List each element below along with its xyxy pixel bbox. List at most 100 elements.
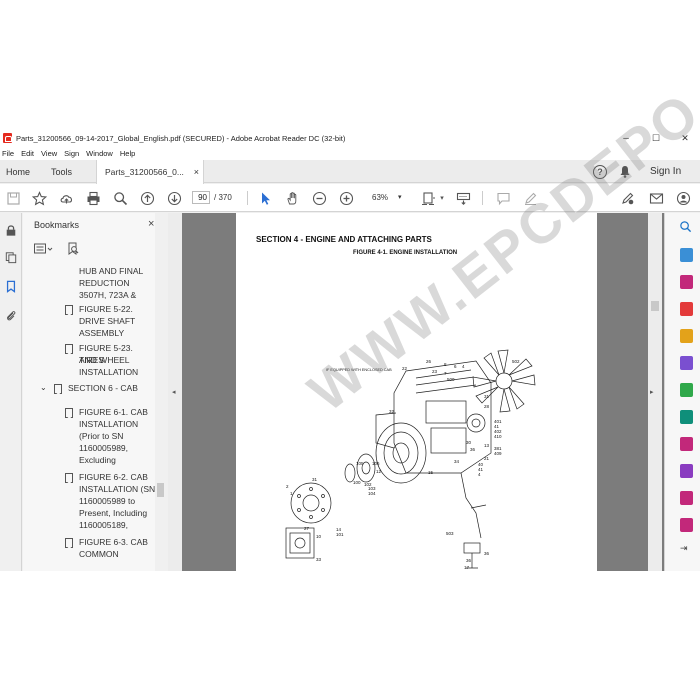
save-icon[interactable] <box>5 190 21 206</box>
menu-sign[interactable]: Sign <box>64 149 79 158</box>
menu-file[interactable]: File <box>2 149 14 158</box>
cloud-upload-icon[interactable] <box>58 190 74 206</box>
bookmarks-panel-icon[interactable] <box>4 279 18 293</box>
bookmark-label-line: DRIVE SHAFT <box>79 316 136 326</box>
comment-icon[interactable] <box>495 190 511 206</box>
hand-tool-icon[interactable] <box>284 190 300 206</box>
bookmark-flag-icon <box>65 408 73 418</box>
tab-document[interactable]: Parts_31200566_0... × <box>96 160 204 184</box>
callout: 31 <box>312 477 318 482</box>
callout: 36 <box>484 551 490 556</box>
bookmark-label-line: FIGURE 5-22. <box>79 304 133 314</box>
acrobat-window: Parts_31200566_09-14-2017_Global_English… <box>0 0 700 571</box>
page-fit-dropdown-icon[interactable]: ▾ <box>438 190 446 206</box>
collapse-panel-arrow-icon[interactable]: ◂ <box>172 388 176 396</box>
chevron-down-icon[interactable]: ⌄ <box>40 382 47 394</box>
zoom-in-icon[interactable] <box>338 190 354 206</box>
comment-tool-icon[interactable] <box>680 329 693 343</box>
page-number-input[interactable]: 90 <box>192 191 210 204</box>
zoom-out-icon[interactable] <box>311 190 327 206</box>
bookmark-flag-icon <box>65 473 73 483</box>
email-icon[interactable] <box>648 190 664 206</box>
panel-collapse-strip[interactable]: ◂ <box>168 213 182 571</box>
bookmark-label-line: COMMON <box>79 549 119 559</box>
tab-close-icon[interactable]: × <box>194 167 199 177</box>
create-pdf-icon[interactable] <box>680 275 693 289</box>
bookmark-label-line: Excluding <box>79 455 116 465</box>
customize-tools-icon[interactable]: ⇥ <box>680 543 688 554</box>
menu-view[interactable]: View <box>41 149 57 158</box>
bookmark-label-line: HUB AND FINAL <box>79 266 144 276</box>
tab-tools[interactable]: Tools <box>51 160 72 183</box>
bookmarks-scroll-thumb[interactable] <box>157 483 164 497</box>
fill-sign-icon[interactable] <box>680 437 693 451</box>
search-tools-icon[interactable] <box>679 220 692 235</box>
menu-window[interactable]: Window <box>86 149 113 158</box>
callout: 2 <box>286 484 289 489</box>
tab-home[interactable]: Home <box>6 160 30 183</box>
callout: 17 <box>464 565 470 570</box>
lock-icon[interactable] <box>4 223 18 237</box>
callout: 32 <box>389 409 395 414</box>
bookmarks-panel: Bookmarks × AXLE · WHEEL HUB AND FINAL R… <box>23 213 167 571</box>
find-bookmark-icon[interactable] <box>67 242 79 255</box>
bookmarks-scrollbar[interactable] <box>155 213 167 571</box>
callout: 6 <box>454 364 457 369</box>
more-tools-icon[interactable] <box>680 518 693 532</box>
document-scroll-thumb[interactable] <box>651 301 659 311</box>
callout: 15 <box>428 470 434 475</box>
next-page-icon[interactable] <box>166 190 182 206</box>
bookmark-label-line: FIGURE 6-3. CAB <box>79 537 148 547</box>
organize-pages-icon[interactable] <box>680 383 693 397</box>
figure-heading: FIGURE 4-1. ENGINE INSTALLATION <box>353 250 458 256</box>
combine-files-icon[interactable] <box>680 356 693 370</box>
menu-help[interactable]: Help <box>120 149 135 158</box>
flywheel-housing-drawing <box>344 422 427 484</box>
bookmark-label-line: ASSEMBLY <box>79 328 125 338</box>
acrobat-app-icon <box>3 133 12 143</box>
menu-edit[interactable]: Edit <box>21 149 34 158</box>
zoom-search-icon[interactable] <box>112 190 128 206</box>
tab-document-label: Parts_31200566_0... <box>105 167 184 177</box>
keyboard-icon[interactable] <box>455 190 471 206</box>
previous-page-icon[interactable] <box>139 190 155 206</box>
bookmark-options-icon[interactable] <box>34 243 54 255</box>
page-thumbnails-icon[interactable] <box>4 250 18 264</box>
print-icon[interactable] <box>85 190 101 206</box>
callout: 13 <box>484 443 490 448</box>
send-for-signature-icon[interactable] <box>680 464 693 478</box>
zoom-level-value: 63% <box>372 193 389 202</box>
callout: 33 <box>316 557 322 562</box>
export-pdf-icon[interactable] <box>680 248 693 262</box>
protect-icon[interactable] <box>680 491 693 505</box>
callout: 21 <box>484 456 490 461</box>
account-icon[interactable] <box>675 190 691 206</box>
callout: 100 <box>353 480 361 485</box>
bookmarks-close-icon[interactable]: × <box>148 218 154 230</box>
bookmark-label-line: 1160005989 to <box>79 496 136 506</box>
callout: 10 <box>316 534 322 539</box>
page-fit-icon[interactable] <box>420 190 436 206</box>
bookmark-label-line: FIGURE 6-2. CAB <box>79 472 148 482</box>
callout: 34 <box>454 459 460 464</box>
bookmark-label-line: SECTION 6 - CAB <box>68 383 138 393</box>
compress-pdf-icon[interactable] <box>680 410 693 424</box>
bookmark-label-line: (Prior to SN <box>79 431 124 441</box>
edit-pdf-icon[interactable] <box>680 302 693 316</box>
bookmark-flag-icon <box>65 538 73 548</box>
flywheel-drawing <box>290 482 332 524</box>
bookmark-label-line: Present, Including <box>79 508 148 518</box>
callout: 502 <box>512 359 520 364</box>
bookmark-star-icon[interactable] <box>31 190 47 206</box>
callout: 8 <box>444 362 447 367</box>
page-total-label: / 370 <box>214 193 232 202</box>
left-navigation-rail <box>0 213 22 571</box>
zoom-level-select[interactable]: 63% ▾ <box>358 191 406 205</box>
tools-pane-rail: ⇥ <box>664 213 700 571</box>
attachment-icon[interactable] <box>4 308 18 322</box>
bookmarks-toolbar <box>34 241 154 257</box>
select-cursor-icon[interactable] <box>257 190 273 206</box>
radiator-fan-drawing <box>472 349 536 413</box>
expand-tools-arrow-icon[interactable]: ▸ <box>650 388 654 396</box>
bookmark-label-line: 1160005989, <box>79 443 129 453</box>
